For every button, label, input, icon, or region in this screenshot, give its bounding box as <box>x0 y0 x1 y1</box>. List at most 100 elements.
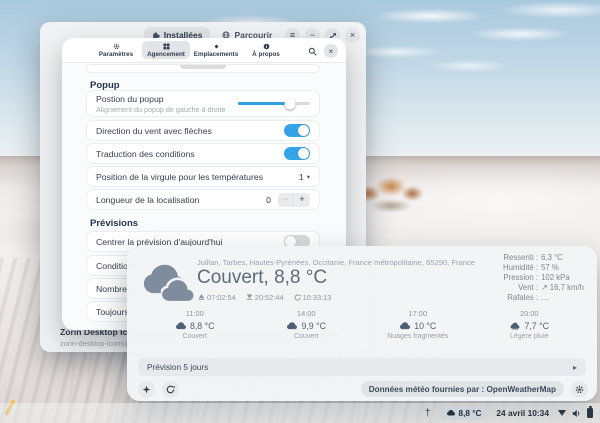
extension-list-item[interactable]: Zorin Desktop Ico zorin-desktop-icons@ <box>60 327 133 348</box>
detail-value: 57 % <box>541 263 584 272</box>
wind-arrows-toggle[interactable] <box>284 124 310 137</box>
forecast-condition: Légère pluie <box>510 333 549 340</box>
slider-fill <box>238 102 290 105</box>
clock-date[interactable]: 24 avril 10:34 <box>496 408 549 418</box>
row-title: Centrer la prévision d'aujourd'hui <box>96 237 222 247</box>
sunset-time: 20:52:44 <box>246 293 284 302</box>
close-button[interactable]: × <box>345 28 360 43</box>
my-location-button[interactable] <box>138 381 155 398</box>
tab-emplacements[interactable]: Emplacements <box>192 41 240 59</box>
tab-a-propos-label: À propos <box>252 51 280 58</box>
cloud-icon <box>286 321 298 331</box>
detail-label: Humidité : <box>503 263 538 272</box>
cloud-icon <box>446 409 456 417</box>
toggle-knob <box>298 125 309 136</box>
tab-agencement-label: Agencement <box>147 51 185 58</box>
settings-button[interactable] <box>571 381 588 398</box>
translate-conditions-toggle[interactable] <box>284 147 310 160</box>
slider-handle[interactable] <box>284 98 295 109</box>
rain-icon <box>509 321 521 331</box>
refresh-button[interactable] <box>162 381 179 398</box>
detail-label: Ressenti : <box>503 253 538 262</box>
row-popup-position: Postion du popup Alignement du popup de … <box>86 90 320 117</box>
row-translate-conditions: Traduction des conditions <box>86 143 320 164</box>
attribution-label: Données météo fournies par : OpenWeather… <box>369 385 556 394</box>
taskbar: † 8,8 °C 24 avril 10:34 <box>0 403 600 423</box>
row-title: Traduction des conditions <box>96 149 195 159</box>
forecast-item: 14:00 9,9 °C Couvert <box>251 309 363 340</box>
forecast-time: 17:00 <box>409 309 428 318</box>
tab-agencement[interactable]: Agencement <box>142 41 190 59</box>
forecast-time: 20:00 <box>520 309 539 318</box>
updated-value: 10:33:13 <box>303 293 332 302</box>
sunrise-value: 07:02:54 <box>207 293 236 302</box>
scrolled-row-remnant <box>86 64 320 73</box>
tray-icon[interactable]: † <box>425 408 431 419</box>
network-icon[interactable] <box>558 410 566 416</box>
row-decimal-position: Position de la virgule pour les températ… <box>86 166 320 187</box>
forecast-temp-value: 9,9 °C <box>301 321 326 331</box>
sparkle-location-icon <box>142 385 151 394</box>
gear-icon <box>575 385 584 394</box>
spinner-decrease-button[interactable]: − <box>278 193 294 207</box>
row-wind-arrows: Direction du vent avec flèches <box>86 120 320 141</box>
battery-icon[interactable] <box>587 408 593 418</box>
forecast-temp-value: 10 °C <box>414 321 436 331</box>
refresh-icon <box>294 294 301 301</box>
layout-grid-icon <box>163 43 170 50</box>
spinner-increase-button[interactable]: + <box>294 193 310 207</box>
weather-location: Juillan, Tarbes, Hautes-Pyrénées, Occita… <box>197 258 503 267</box>
tab-a-propos[interactable]: À propos <box>242 41 290 59</box>
forecast-condition: Couvert <box>182 333 207 340</box>
row-location-length: Longueur de la localisation 0 − + <box>86 189 320 210</box>
dropdown-value: 1 <box>299 172 304 182</box>
detail-value: 102 kPa <box>541 273 584 282</box>
dialog-header: Paramètres Agencement Emplacements À pro… <box>62 38 346 63</box>
tab-emplacements-label: Emplacements <box>194 51 238 58</box>
scrolled-control-remnant <box>180 64 226 69</box>
chevron-down-icon: ▾ <box>307 173 310 181</box>
refresh-icon <box>166 385 175 394</box>
attribution-button[interactable]: Données météo fournies par : OpenWeather… <box>361 381 564 397</box>
spinner-buttons: − + <box>278 193 310 207</box>
dialog-close-button[interactable]: × <box>324 44 338 58</box>
taskbar-weather-temp: 8,8 °C <box>459 409 482 418</box>
forecast-item: 11:00 8,8 °C Couvert <box>139 309 251 340</box>
updated-time: 10:33:13 <box>294 293 332 302</box>
diamond-location-icon <box>213 43 220 50</box>
taskbar-weather-chip[interactable]: 8,8 °C <box>440 407 488 420</box>
sunrise-time: 07:02:54 <box>198 293 236 302</box>
search-button[interactable] <box>305 44 319 58</box>
info-icon <box>263 43 270 50</box>
decimal-position-dropdown[interactable]: 1 ▾ <box>299 172 310 182</box>
weather-popup: Juillan, Tarbes, Hautes-Pyrénées, Occita… <box>127 246 597 401</box>
tab-parametres[interactable]: Paramètres <box>92 41 140 59</box>
popup-position-slider[interactable] <box>238 102 310 105</box>
five-day-forecast-button[interactable]: Prévision 5 jours ▸ <box>138 358 586 376</box>
close-icon: × <box>329 47 334 56</box>
sun-times: 07:02:54 20:52:44 10:33:13 <box>198 293 331 302</box>
forecast-temp-value: 8,8 °C <box>190 321 215 331</box>
volume-icon[interactable] <box>572 409 581 418</box>
forecast-item: 17:00 10 °C Nuages fragmentés <box>362 309 474 340</box>
sunrise-icon <box>198 294 205 301</box>
forecast-time: 14:00 <box>297 309 316 318</box>
chevron-right-icon: ▸ <box>573 363 577 372</box>
forecast-temp: 7,7 °C <box>509 321 549 331</box>
row-title: Postion du popup <box>96 94 225 104</box>
forecast-temp: 10 °C <box>399 321 436 331</box>
dialog-tabs: Paramètres Agencement Emplacements À pro… <box>92 41 290 59</box>
forecast-temp: 9,9 °C <box>286 321 326 331</box>
detail-value: … <box>541 293 584 302</box>
desktop: Installées Parcourir ≡ − × Zorin Desktop… <box>0 0 600 423</box>
detail-label: Vent : <box>503 283 538 292</box>
location-length-spinner: 0 − + <box>266 193 310 207</box>
taskbar-right: † 8,8 °C 24 avril 10:34 <box>425 407 593 420</box>
forecast-temp: 8,8 °C <box>175 321 215 331</box>
forecast-condition: Couvert <box>294 333 319 340</box>
detail-value: ↗ 16,7 km/h <box>541 283 584 292</box>
forecast-temp-value: 7,7 °C <box>524 321 549 331</box>
system-tray <box>558 408 593 418</box>
cloud-icon <box>175 321 187 331</box>
row-subtitle: Alignement du popup de gauche à droite <box>96 105 225 114</box>
